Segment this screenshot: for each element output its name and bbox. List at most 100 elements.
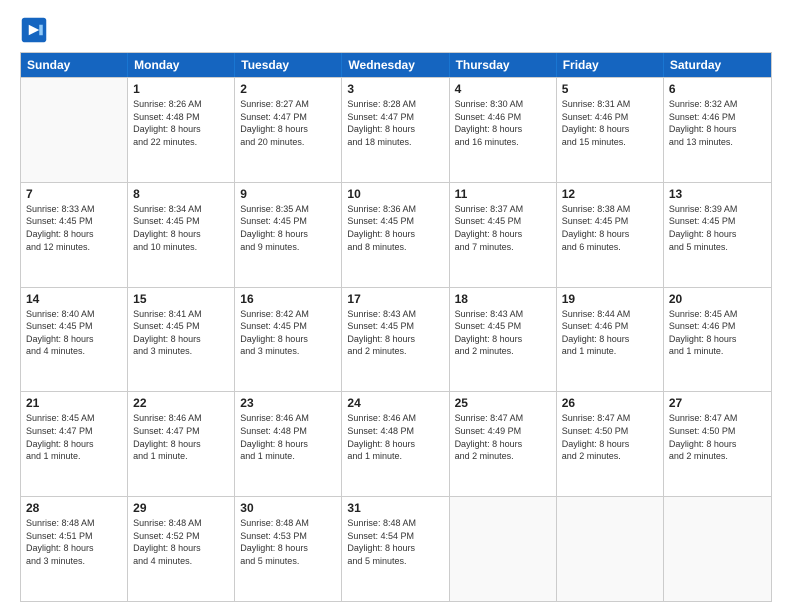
cell-info: Sunrise: 8:44 AM Sunset: 4:46 PM Dayligh… [562, 308, 658, 358]
calendar-row-2: 14 Sunrise: 8:40 AM Sunset: 4:45 PM Dayli… [21, 287, 771, 392]
cell-date-number: 1 [133, 82, 229, 96]
calendar-cell: 24 Sunrise: 8:46 AM Sunset: 4:48 PM Dayli… [342, 392, 449, 496]
calendar-cell: 2 Sunrise: 8:27 AM Sunset: 4:47 PM Daylig… [235, 78, 342, 182]
cell-info: Sunrise: 8:33 AM Sunset: 4:45 PM Dayligh… [26, 203, 122, 253]
calendar-row-3: 21Sunrise: 8:45 AM Sunset: 4:47 PM Dayli… [21, 391, 771, 496]
day-header-friday: Friday [557, 53, 664, 77]
cell-info: Sunrise: 8:48 AM Sunset: 4:54 PM Dayligh… [347, 517, 443, 567]
calendar-cell: 17 Sunrise: 8:43 AM Sunset: 4:45 PM Dayli… [342, 288, 449, 392]
calendar-cell: 16 Sunrise: 8:42 AM Sunset: 4:45 PM Dayli… [235, 288, 342, 392]
calendar-body: 1Sunrise: 8:26 AM Sunset: 4:48 PM Daylig… [21, 77, 771, 601]
day-header-wednesday: Wednesday [342, 53, 449, 77]
cell-info: Sunrise: 8:34 AM Sunset: 4:45 PM Dayligh… [133, 203, 229, 253]
cell-date-number: 5 [562, 82, 658, 96]
cell-info: Sunrise: 8:30 AM Sunset: 4:46 PM Dayligh… [455, 98, 551, 148]
calendar-cell: 30 Sunrise: 8:48 AM Sunset: 4:53 PM Dayli… [235, 497, 342, 601]
calendar-cell: 19Sunrise: 8:44 AM Sunset: 4:46 PM Dayli… [557, 288, 664, 392]
cell-info: Sunrise: 8:48 AM Sunset: 4:53 PM Dayligh… [240, 517, 336, 567]
cell-date-number: 18 [455, 292, 551, 306]
cell-date-number: 12 [562, 187, 658, 201]
day-header-saturday: Saturday [664, 53, 771, 77]
calendar-cell: 11 Sunrise: 8:37 AM Sunset: 4:45 PM Dayli… [450, 183, 557, 287]
calendar-cell: 15 Sunrise: 8:41 AM Sunset: 4:45 PM Dayli… [128, 288, 235, 392]
cell-date-number: 6 [669, 82, 766, 96]
cell-info: Sunrise: 8:43 AM Sunset: 4:45 PM Dayligh… [347, 308, 443, 358]
cell-date-number: 4 [455, 82, 551, 96]
cell-info: Sunrise: 8:27 AM Sunset: 4:47 PM Dayligh… [240, 98, 336, 148]
calendar-row-1: 7 Sunrise: 8:33 AM Sunset: 4:45 PM Daylig… [21, 182, 771, 287]
calendar-cell: 14 Sunrise: 8:40 AM Sunset: 4:45 PM Dayli… [21, 288, 128, 392]
cell-info: Sunrise: 8:40 AM Sunset: 4:45 PM Dayligh… [26, 308, 122, 358]
day-header-monday: Monday [128, 53, 235, 77]
calendar-cell: 29 Sunrise: 8:48 AM Sunset: 4:52 PM Dayli… [128, 497, 235, 601]
cell-date-number: 16 [240, 292, 336, 306]
calendar-cell: 20 Sunrise: 8:45 AM Sunset: 4:46 PM Dayli… [664, 288, 771, 392]
cell-date-number: 25 [455, 396, 551, 410]
cell-date-number: 24 [347, 396, 443, 410]
cell-date-number: 30 [240, 501, 336, 515]
calendar-cell: 25 Sunrise: 8:47 AM Sunset: 4:49 PM Dayli… [450, 392, 557, 496]
calendar-cell: 9Sunrise: 8:35 AM Sunset: 4:45 PM Daylig… [235, 183, 342, 287]
logo [20, 16, 52, 44]
cell-date-number: 20 [669, 292, 766, 306]
calendar-row-4: 28 Sunrise: 8:48 AM Sunset: 4:51 PM Dayli… [21, 496, 771, 601]
cell-info: Sunrise: 8:28 AM Sunset: 4:47 PM Dayligh… [347, 98, 443, 148]
cell-info: Sunrise: 8:39 AM Sunset: 4:45 PM Dayligh… [669, 203, 766, 253]
cell-info: Sunrise: 8:45 AM Sunset: 4:46 PM Dayligh… [669, 308, 766, 358]
cell-info: Sunrise: 8:35 AM Sunset: 4:45 PM Dayligh… [240, 203, 336, 253]
cell-date-number: 29 [133, 501, 229, 515]
cell-info: Sunrise: 8:31 AM Sunset: 4:46 PM Dayligh… [562, 98, 658, 148]
calendar-header: SundayMondayTuesdayWednesdayThursdayFrid… [21, 53, 771, 77]
calendar-cell [557, 497, 664, 601]
cell-date-number: 11 [455, 187, 551, 201]
calendar-cell [21, 78, 128, 182]
cell-info: Sunrise: 8:43 AM Sunset: 4:45 PM Dayligh… [455, 308, 551, 358]
day-header-tuesday: Tuesday [235, 53, 342, 77]
cell-date-number: 15 [133, 292, 229, 306]
cell-date-number: 7 [26, 187, 122, 201]
cell-info: Sunrise: 8:48 AM Sunset: 4:52 PM Dayligh… [133, 517, 229, 567]
cell-info: Sunrise: 8:45 AM Sunset: 4:47 PM Dayligh… [26, 412, 122, 462]
cell-date-number: 28 [26, 501, 122, 515]
cell-info: Sunrise: 8:46 AM Sunset: 4:48 PM Dayligh… [240, 412, 336, 462]
calendar-cell [450, 497, 557, 601]
calendar-cell: 13 Sunrise: 8:39 AM Sunset: 4:45 PM Dayli… [664, 183, 771, 287]
calendar-cell: 1Sunrise: 8:26 AM Sunset: 4:48 PM Daylig… [128, 78, 235, 182]
cell-info: Sunrise: 8:47 AM Sunset: 4:50 PM Dayligh… [562, 412, 658, 462]
cell-date-number: 26 [562, 396, 658, 410]
page: SundayMondayTuesdayWednesdayThursdayFrid… [0, 0, 792, 612]
cell-info: Sunrise: 8:46 AM Sunset: 4:48 PM Dayligh… [347, 412, 443, 462]
header [20, 16, 772, 44]
calendar-cell: 7 Sunrise: 8:33 AM Sunset: 4:45 PM Daylig… [21, 183, 128, 287]
cell-date-number: 17 [347, 292, 443, 306]
cell-info: Sunrise: 8:32 AM Sunset: 4:46 PM Dayligh… [669, 98, 766, 148]
cell-date-number: 23 [240, 396, 336, 410]
cell-info: Sunrise: 8:37 AM Sunset: 4:45 PM Dayligh… [455, 203, 551, 253]
calendar-cell: 3 Sunrise: 8:28 AM Sunset: 4:47 PM Daylig… [342, 78, 449, 182]
cell-info: Sunrise: 8:47 AM Sunset: 4:49 PM Dayligh… [455, 412, 551, 462]
calendar-row-0: 1Sunrise: 8:26 AM Sunset: 4:48 PM Daylig… [21, 77, 771, 182]
cell-info: Sunrise: 8:48 AM Sunset: 4:51 PM Dayligh… [26, 517, 122, 567]
cell-info: Sunrise: 8:42 AM Sunset: 4:45 PM Dayligh… [240, 308, 336, 358]
calendar-cell: 22Sunrise: 8:46 AM Sunset: 4:47 PM Dayli… [128, 392, 235, 496]
cell-date-number: 27 [669, 396, 766, 410]
cell-info: Sunrise: 8:38 AM Sunset: 4:45 PM Dayligh… [562, 203, 658, 253]
calendar-cell: 28 Sunrise: 8:48 AM Sunset: 4:51 PM Dayli… [21, 497, 128, 601]
cell-date-number: 10 [347, 187, 443, 201]
calendar-cell: 4 Sunrise: 8:30 AM Sunset: 4:46 PM Daylig… [450, 78, 557, 182]
cell-date-number: 3 [347, 82, 443, 96]
cell-date-number: 14 [26, 292, 122, 306]
cell-info: Sunrise: 8:36 AM Sunset: 4:45 PM Dayligh… [347, 203, 443, 253]
calendar: SundayMondayTuesdayWednesdayThursdayFrid… [20, 52, 772, 602]
calendar-cell: 27Sunrise: 8:47 AM Sunset: 4:50 PM Dayli… [664, 392, 771, 496]
calendar-cell: 6 Sunrise: 8:32 AM Sunset: 4:46 PM Daylig… [664, 78, 771, 182]
calendar-cell: 8 Sunrise: 8:34 AM Sunset: 4:45 PM Daylig… [128, 183, 235, 287]
cell-date-number: 2 [240, 82, 336, 96]
calendar-cell: 21Sunrise: 8:45 AM Sunset: 4:47 PM Dayli… [21, 392, 128, 496]
calendar-cell: 5 Sunrise: 8:31 AM Sunset: 4:46 PM Daylig… [557, 78, 664, 182]
cell-info: Sunrise: 8:41 AM Sunset: 4:45 PM Dayligh… [133, 308, 229, 358]
calendar-cell: 18 Sunrise: 8:43 AM Sunset: 4:45 PM Dayli… [450, 288, 557, 392]
cell-date-number: 31 [347, 501, 443, 515]
cell-date-number: 8 [133, 187, 229, 201]
cell-date-number: 13 [669, 187, 766, 201]
